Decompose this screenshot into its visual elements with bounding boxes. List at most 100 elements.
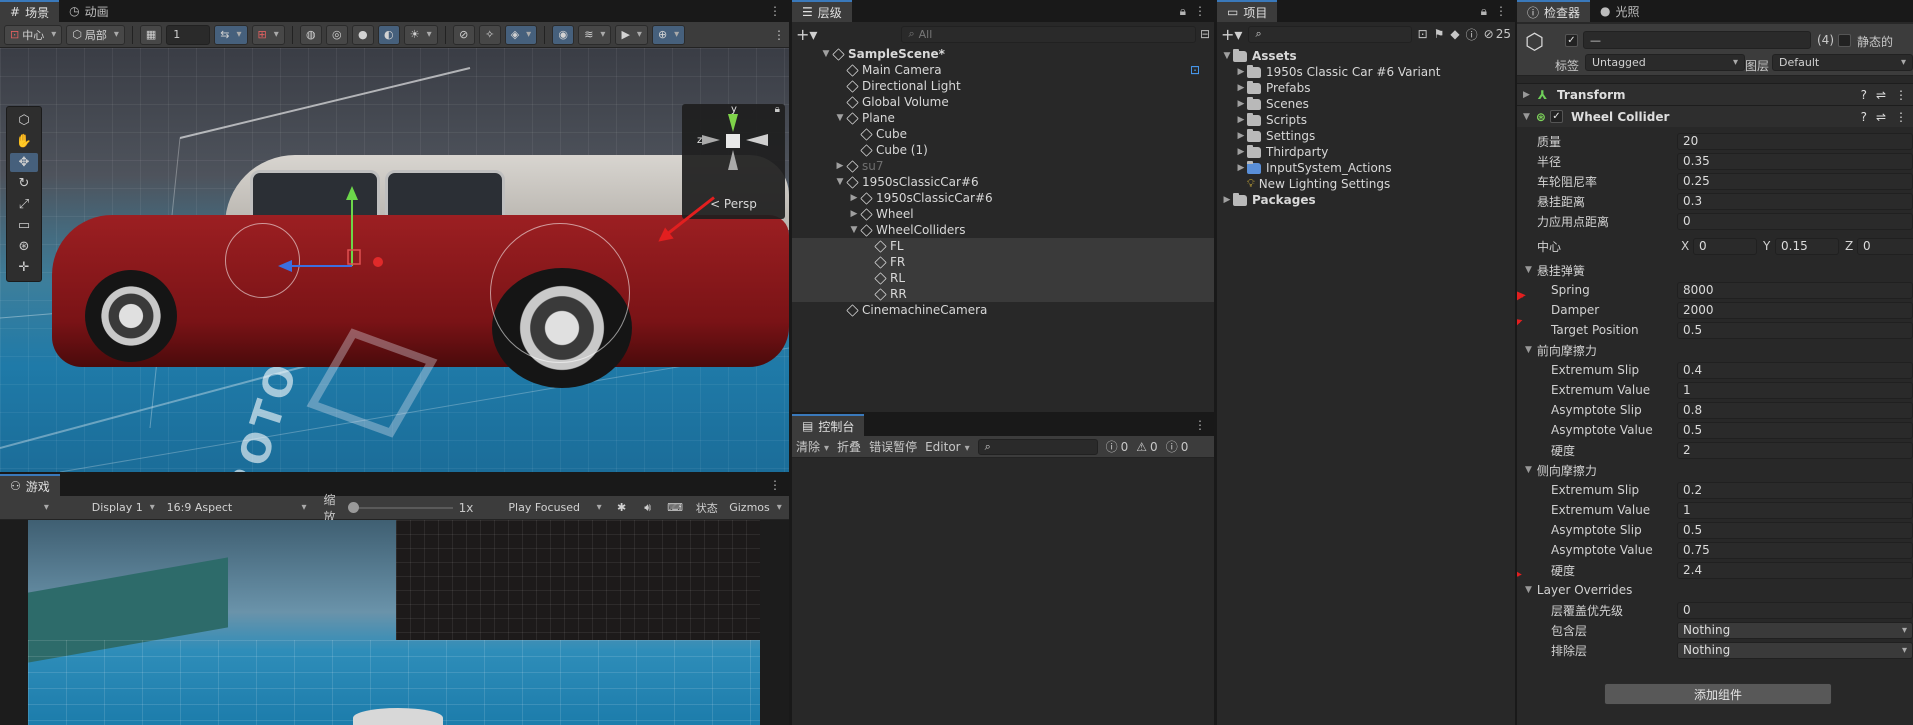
expand-arrow-icon[interactable]: ▶ [1221,195,1233,205]
log-count[interactable]: ⓘ 0 [1106,438,1129,455]
foldout-section[interactable]: ▼ 悬挂弹簧 [1517,260,1913,280]
tab-lighting[interactable]: ● 光照 [1590,0,1650,22]
scene-visibility-icon[interactable]: ◈ [504,24,538,45]
tab-animation[interactable]: ◷ 动画 [59,0,119,22]
project-item[interactable]: ▶ InputSystem_Actions [1217,160,1515,176]
hand-tool-icon[interactable]: ✋ [10,132,38,151]
hierarchy-item[interactable]: RR [792,286,1214,302]
hierarchy-item[interactable]: Cube [792,126,1214,142]
tab-inspector[interactable]: ⓘ 检查器 [1517,0,1591,22]
add-component-button[interactable]: 添加组件 [1604,683,1832,705]
hierarchy-item[interactable]: ▼ SampleScene* [792,46,1214,62]
tab-game[interactable]: ⚇ 游戏 [0,474,60,496]
center-x-input[interactable]: 0 [1693,237,1757,255]
search-filter-icon[interactable]: ⊟ [1200,27,1210,41]
hierarchy-item[interactable]: Cube (1) [792,142,1214,158]
expand-arrow-icon[interactable]: ▼ [848,225,860,235]
property-value-input[interactable]: 0 [1677,212,1913,230]
expand-arrow-icon[interactable]: ▶ [1235,115,1247,125]
expand-arrow-icon[interactable]: ▶ [834,161,846,171]
hierarchy-item[interactable]: Global Volume [792,94,1214,110]
scale-tool-icon[interactable]: ⤢ [10,195,38,214]
project-item[interactable]: ▼ Assets [1217,48,1515,64]
expand-arrow-icon[interactable]: ▶ [1235,83,1247,93]
tab-scene[interactable]: # 场景 [0,0,60,22]
expand-arrow-icon[interactable]: ▶ [1235,131,1247,141]
scale-track[interactable] [347,501,453,513]
hierarchy-item[interactable]: ▼ WheelColliders [792,222,1214,238]
rotate-tool-icon[interactable]: ↻ [10,174,38,193]
transform-component-header[interactable]: ▶ ⅄ Transform ? ⇌ ⋮ [1517,83,1913,105]
shaded-wireframe-icon[interactable]: ◐ [377,24,400,45]
tag-icon[interactable]: ◆ [1450,27,1459,41]
property-value-input[interactable]: 1 [1677,501,1913,519]
keyboard-icon[interactable]: ⌨ [663,498,688,518]
visibility-count[interactable]: ⊘ 25 [1484,27,1511,41]
property-value-input[interactable]: 0.4 [1677,361,1913,379]
property-value-input[interactable]: 20 [1677,132,1913,150]
gizmos-globe-icon[interactable]: ⊕ [651,24,686,45]
scale-handle[interactable] [347,501,359,513]
project-item[interactable]: 💡︎ New Lighting Settings [1217,176,1515,192]
property-value-input[interactable]: 1 [1677,381,1913,399]
hierarchy-item[interactable]: Main Camera ⊡ [792,62,1214,78]
display-dropdown[interactable]: Display 1 [89,498,158,518]
tab-console[interactable]: ▤ 控制台 [792,414,865,436]
expand-arrow-icon[interactable]: ▼ [834,177,846,187]
component-menu-icon[interactable]: ⋮ [1895,110,1907,124]
play-mode-dropdown[interactable]: Play Focused [503,498,606,518]
wireframe-icon[interactable]: ◎ [325,24,348,45]
more-menu-icon[interactable]: ⋮ [769,478,781,492]
preset-icon[interactable]: ⇌ [1876,88,1886,102]
layers-icon[interactable]: ≋ [578,24,612,45]
grid-snap-icon[interactable]: ⊞ [251,24,285,45]
project-item[interactable]: ▶ Scenes [1217,96,1515,112]
expand-arrow-icon[interactable]: ▼ [1221,51,1233,61]
editor-dropdown[interactable]: Editor [925,440,970,454]
property-value-input[interactable]: 2 [1677,441,1913,459]
project-item[interactable]: ▶ Scripts [1217,112,1515,128]
orientation-gizmo[interactable]: y z 🔒︎ < Persp [682,104,785,219]
game-viewport[interactable] [28,520,760,725]
more-menu-icon[interactable]: ⋮ [1194,418,1206,432]
aspect-dropdown[interactable]: 16:9 Aspect [162,498,312,518]
hierarchy-item[interactable]: ▼ Plane [792,110,1214,126]
tab-project[interactable]: ▭ 项目 [1217,0,1278,22]
tag-dropdown[interactable]: Untagged [1585,54,1745,71]
hierarchy-search-input[interactable]: ⌕ All [901,25,1196,43]
tab-hierarchy[interactable]: ☰ 层级 [792,0,852,22]
project-item[interactable]: ▶ Packages [1217,192,1515,208]
hierarchy-item[interactable]: ▶ su7 [792,158,1214,174]
hierarchy-item[interactable]: FL [792,238,1214,254]
expand-arrow-icon[interactable]: ▶ [848,193,860,203]
layer-mask-dropdown[interactable]: Nothing [1677,621,1913,639]
hierarchy-item[interactable]: Directional Light [792,78,1214,94]
hierarchy-item[interactable]: FR [792,254,1214,270]
property-value-input[interactable]: 2.4 [1677,561,1913,579]
expand-arrow-icon[interactable]: ▶ [1235,163,1247,173]
shaded-sphere-icon[interactable]: ● [351,24,374,45]
center-z-input[interactable]: 0 [1857,237,1913,255]
custom-tool-icon[interactable]: ✛ [10,258,38,277]
label-filter-icon[interactable]: ⚑ [1434,27,1445,41]
property-value-input[interactable]: 8000 [1677,281,1913,299]
grid-toggle-icon[interactable]: ▦ [139,24,163,45]
transform-tool-icon[interactable]: ⊛ [10,237,38,256]
hidden-packages-icon[interactable]: ⓘ [1466,26,1478,43]
pivot-dropdown[interactable]: ⊡ 中心 [4,24,63,45]
center-y-input[interactable]: 0.15 [1775,237,1839,255]
expand-arrow-icon[interactable]: ▶ [1235,147,1247,157]
scene-viewport[interactable]: PROTOT ⬡ ✋ ✥ ↻ ⤢ ▭ ⊛ ✛ y z 🔒︎ < Persp [0,48,789,472]
hierarchy-item[interactable]: ▶ 1950sClassicCar#6 [792,190,1214,206]
hierarchy-item[interactable]: ▼ 1950sClassicCar#6 [792,174,1214,190]
space-dropdown[interactable]: ⬡ 局部 [66,24,125,45]
rect-tool-icon[interactable]: ▭ [10,216,38,235]
foldout-section[interactable]: ▼ 侧向摩擦力 [1517,460,1913,480]
help-icon[interactable]: ? [1861,110,1867,124]
gizmos-dropdown[interactable]: Gizmos [726,498,785,518]
lock-icon[interactable]: 🔒︎ [1180,4,1186,19]
lighting-toggle-icon[interactable]: ☀ [403,24,438,45]
project-search-input[interactable]: ⌕ [1248,25,1412,43]
effects-icon[interactable]: ✧ [478,24,501,45]
more-menu-icon[interactable]: ⋮ [1194,4,1206,18]
